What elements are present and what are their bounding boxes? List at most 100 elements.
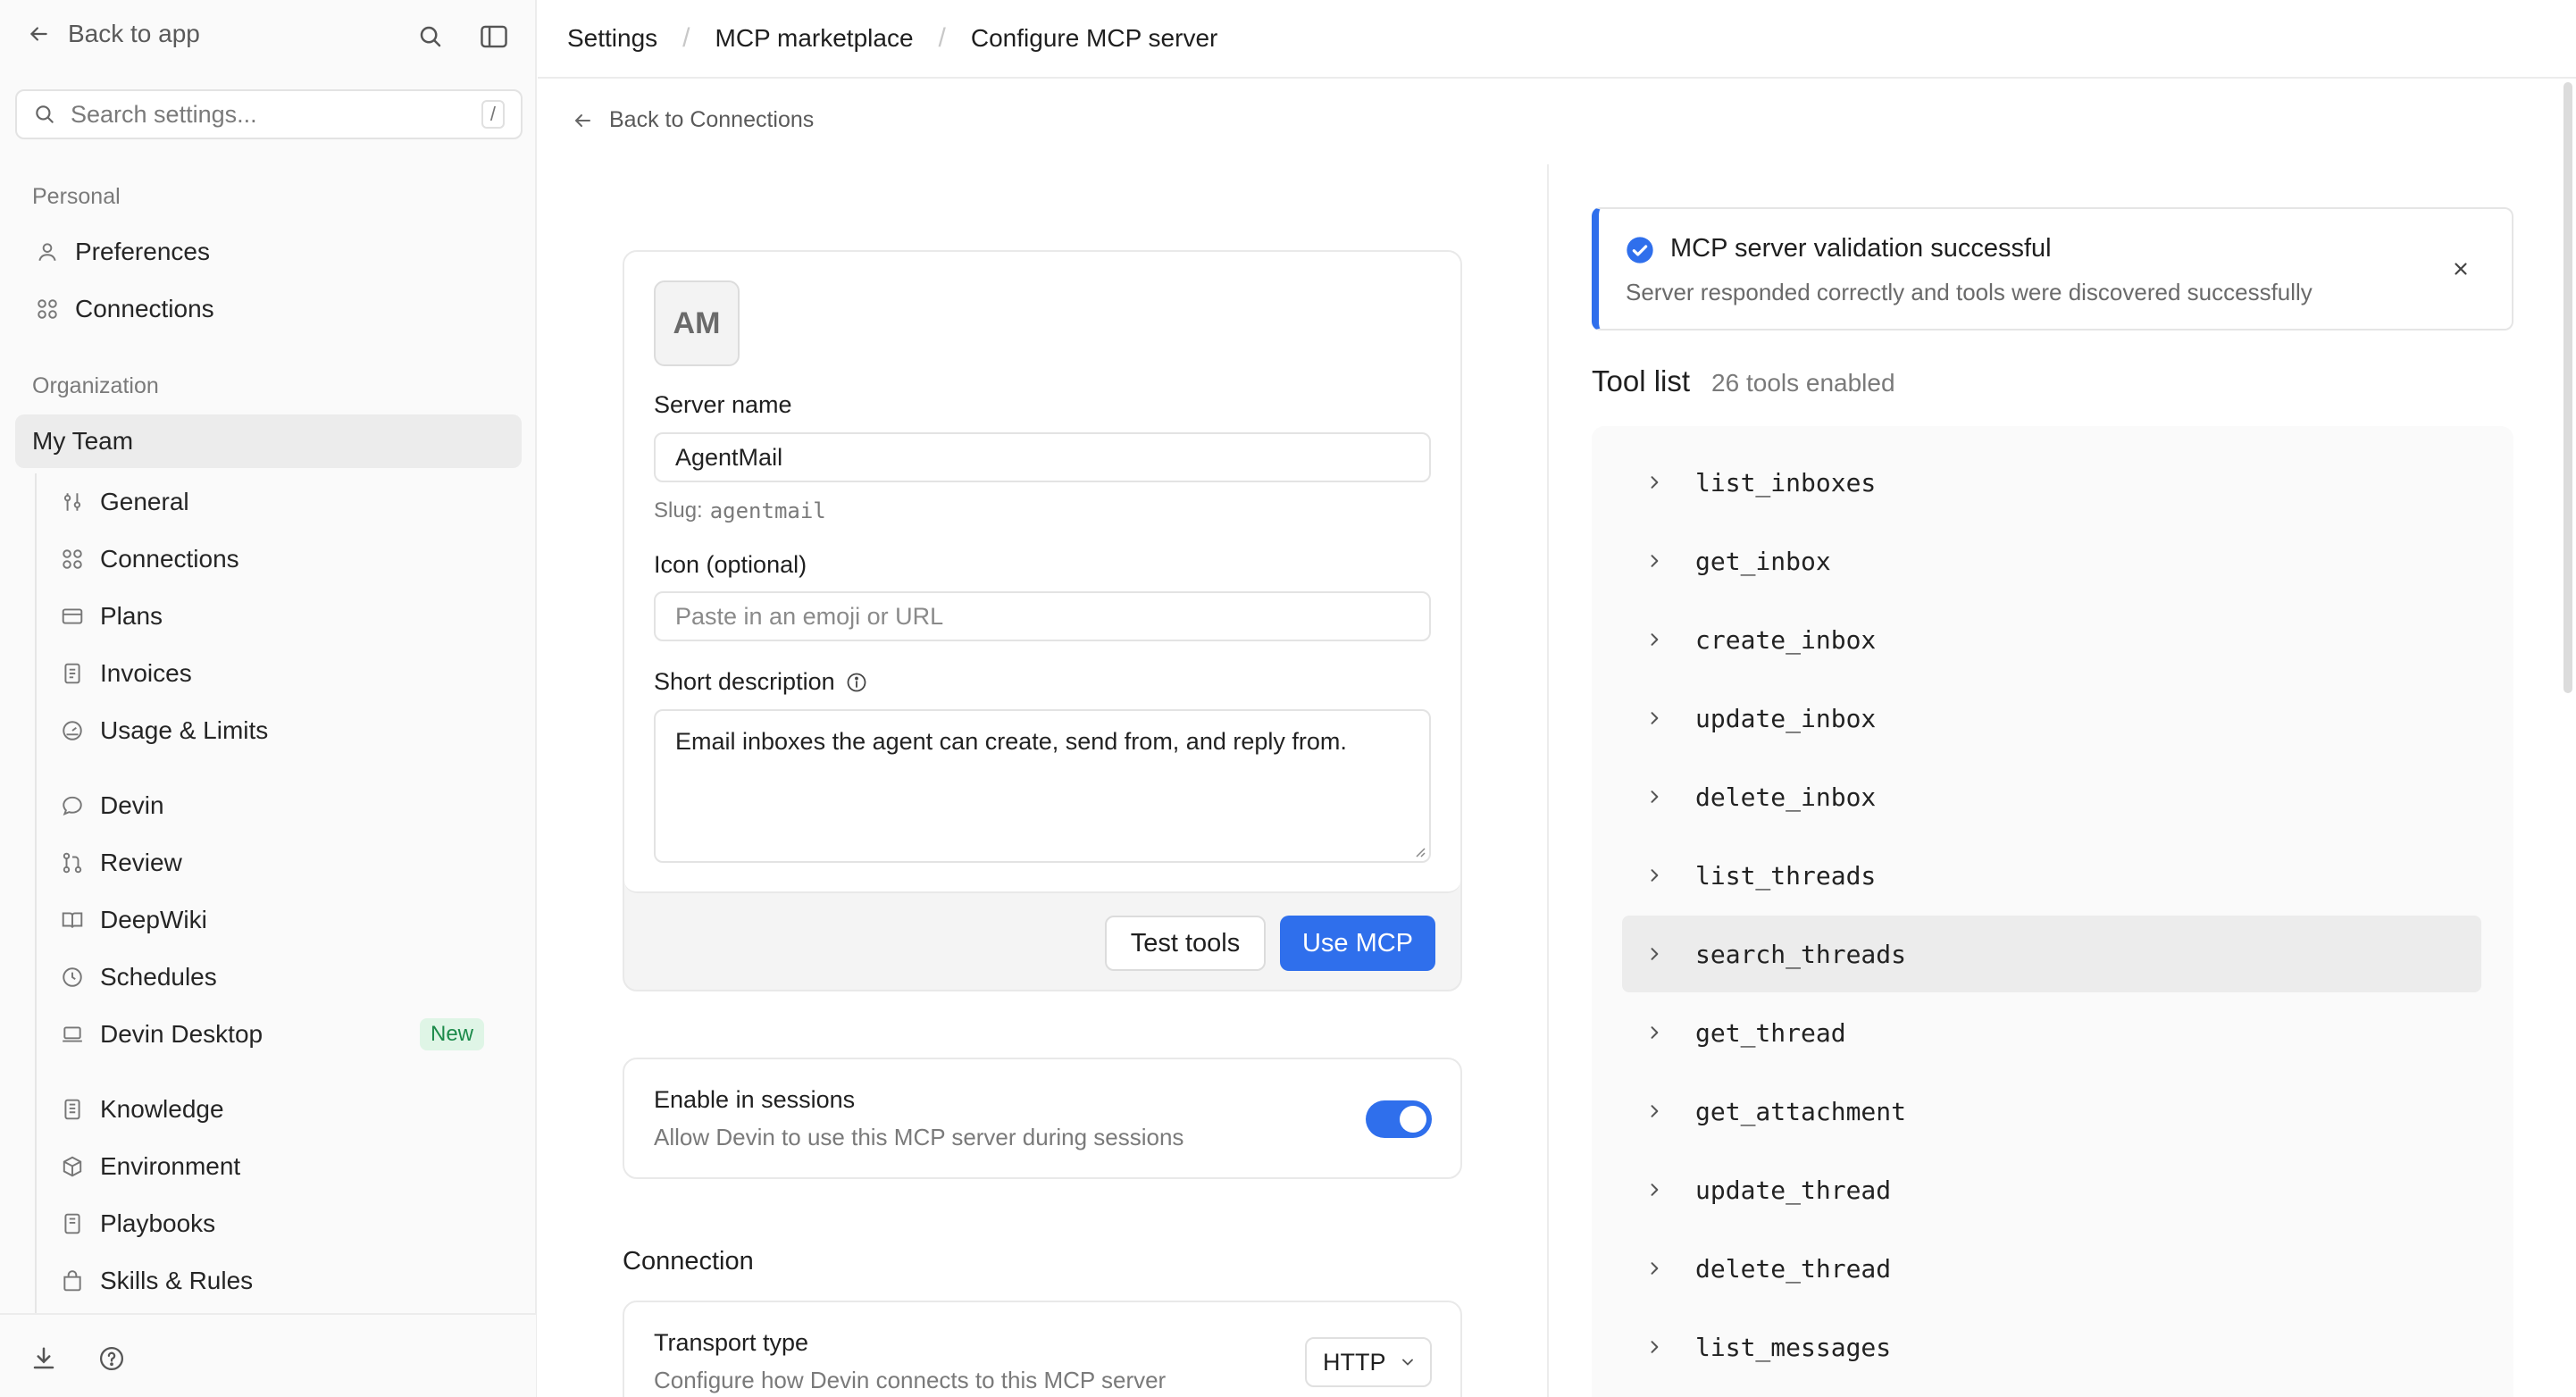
column-divider <box>1547 164 1549 1397</box>
description-textarea[interactable]: Email inboxes the agent can create, send… <box>654 709 1431 863</box>
sidebar-item-personal-connections[interactable]: Connections <box>36 284 214 334</box>
crumb-settings[interactable]: Settings <box>567 24 657 53</box>
grid-icon <box>38 299 57 319</box>
sidebar-item-label: Environment <box>100 1152 241 1180</box>
chevron-right-icon <box>1651 1262 1659 1275</box>
tool-row[interactable]: delete_thread <box>1622 1230 2481 1307</box>
crumb-mcp-marketplace[interactable]: MCP marketplace <box>715 24 914 53</box>
check-circle-icon <box>1627 237 1653 264</box>
sidebar-item-deepwiki[interactable]: DeepWiki <box>61 895 207 945</box>
org-name: My Team <box>32 416 133 466</box>
tool-row[interactable]: get_attachment <box>1622 1073 2481 1150</box>
download-icon[interactable] <box>30 1345 57 1372</box>
sidebar-item-preferences[interactable]: Preferences <box>36 227 210 277</box>
back-to-connections-link[interactable]: Back to Connections <box>572 107 814 133</box>
crumb-separator: / <box>938 23 946 53</box>
sidebar-item-general[interactable]: General <box>61 477 189 527</box>
alert-title: MCP server validation successful <box>1670 234 2052 263</box>
sidebar-item-label: Devin Desktop <box>100 1020 263 1048</box>
tool-row[interactable]: search_threads <box>1622 916 2481 992</box>
sidebar-item-usage-limits[interactable]: Usage & Limits <box>61 706 268 756</box>
page-scrollbar[interactable] <box>2563 82 2572 693</box>
chevron-right-icon <box>1651 1026 1659 1039</box>
tool-row[interactable]: update_thread <box>1622 1151 2481 1228</box>
sidebar-item-schedules[interactable]: Schedules <box>61 952 217 1002</box>
tool-row[interactable]: list_messages <box>1622 1309 2481 1385</box>
settings-sidebar: Back to app / Personal Preferences Conne… <box>0 0 537 1397</box>
search-input[interactable] <box>71 100 467 129</box>
enable-sessions-card <box>623 1058 1462 1179</box>
chevron-right-icon <box>1651 948 1659 960</box>
sidebar-item-label: Skills & Rules <box>100 1267 254 1294</box>
tool-row[interactable]: create_inbox <box>1622 601 2481 678</box>
transport-type-select[interactable]: HTTP <box>1305 1337 1432 1387</box>
help-icon[interactable] <box>98 1345 125 1372</box>
tool-row[interactable]: update_inbox <box>1622 680 2481 757</box>
tool-row[interactable]: get_thread <box>1622 994 2481 1071</box>
sidebar-item-label: Usage & Limits <box>100 716 269 744</box>
slug-prefix: Slug: <box>654 498 703 523</box>
tool-name: create_inbox <box>1695 624 1877 655</box>
description-label-row: Short description <box>654 668 867 696</box>
sidebar-item-plans[interactable]: Plans <box>61 591 163 641</box>
enable-sessions-toggle[interactable] <box>1366 1100 1432 1138</box>
tool-row[interactable]: list_threads <box>1622 837 2481 914</box>
sidebar-item-skills-rules[interactable]: Skills & Rules <box>61 1256 253 1306</box>
chevron-right-icon <box>1651 1105 1659 1117</box>
sidebar-item-label: Preferences <box>75 238 210 265</box>
test-tools-button[interactable]: Test tools <box>1105 916 1266 971</box>
grid-icon <box>63 549 82 569</box>
sidebar-item-label: General <box>100 488 189 515</box>
slug-text: Slug: agentmail <box>654 498 826 523</box>
tool-name: list_messages <box>1695 1332 1892 1362</box>
shortcut-hint: / <box>481 100 505 129</box>
use-mcp-button[interactable]: Use MCP <box>1280 916 1435 971</box>
tool-name: search_threads <box>1695 939 1907 969</box>
git-pull-icon <box>63 852 82 874</box>
tool-row[interactable]: get_inbox <box>1622 523 2481 599</box>
sidebar-item-playbooks[interactable]: Playbooks <box>61 1199 215 1249</box>
enable-sessions-subtitle: Allow Devin to use this MCP server durin… <box>654 1124 1184 1150</box>
icon-input[interactable]: Paste in an emoji or URL <box>654 591 1431 641</box>
sidebar-item-environment[interactable]: Environment <box>61 1142 240 1192</box>
sidebar-item-label: Playbooks <box>100 1209 216 1237</box>
tool-row[interactable]: delete_inbox <box>1622 758 2481 835</box>
sidebar-toggle-icon[interactable] <box>480 23 508 50</box>
chevron-right-icon <box>1651 476 1659 489</box>
sidebar-item-connections[interactable]: Connections <box>61 534 239 584</box>
back-to-app-link[interactable]: Back to app <box>27 20 200 48</box>
new-badge: New <box>419 1018 484 1050</box>
tree-line <box>35 473 37 1313</box>
chevron-right-icon <box>1651 1341 1659 1353</box>
sidebar-item-label: Connections <box>75 295 214 322</box>
tool-name: list_inboxes <box>1695 467 1877 498</box>
transport-type-value: HTTP <box>1323 1348 1386 1376</box>
tool-name: delete_thread <box>1695 1253 1892 1284</box>
sidebar-item-label: Plans <box>100 602 163 630</box>
settings-search-box[interactable]: / <box>15 89 523 139</box>
sidebar-item-review[interactable]: Review <box>61 838 182 888</box>
tool-list-title: Tool list <box>1592 364 1691 397</box>
chat-icon <box>63 796 82 816</box>
server-name-input[interactable]: AgentMail <box>654 432 1431 482</box>
tool-name: get_thread <box>1695 1017 1846 1048</box>
server-avatar[interactable]: AM <box>654 280 740 366</box>
sidebar-item-label: Invoices <box>100 659 192 687</box>
tool-name: update_inbox <box>1695 703 1877 733</box>
search-icon[interactable] <box>417 23 444 50</box>
tool-name: list_threads <box>1695 860 1877 891</box>
sidebar-item-invoices[interactable]: Invoices <box>61 648 192 698</box>
receipt-icon <box>64 663 80 684</box>
info-icon[interactable] <box>846 672 867 693</box>
server-name-label: Server name <box>654 391 792 418</box>
back-to-connections-label: Back to Connections <box>609 107 815 132</box>
close-icon[interactable] <box>2451 259 2471 279</box>
chevron-right-icon <box>1651 633 1659 646</box>
sidebar-item-devin-desktop[interactable]: Devin Desktop New <box>61 1009 511 1059</box>
sidebar-item-knowledge[interactable]: Knowledge <box>61 1084 224 1134</box>
alert-message: Server responded correctly and tools wer… <box>1626 279 2313 305</box>
sidebar-item-devin[interactable]: Devin <box>61 781 164 831</box>
organization-heading: Organization <box>32 373 159 398</box>
resize-handle-icon[interactable] <box>1413 845 1426 857</box>
tool-row[interactable]: list_inboxes <box>1622 444 2481 521</box>
